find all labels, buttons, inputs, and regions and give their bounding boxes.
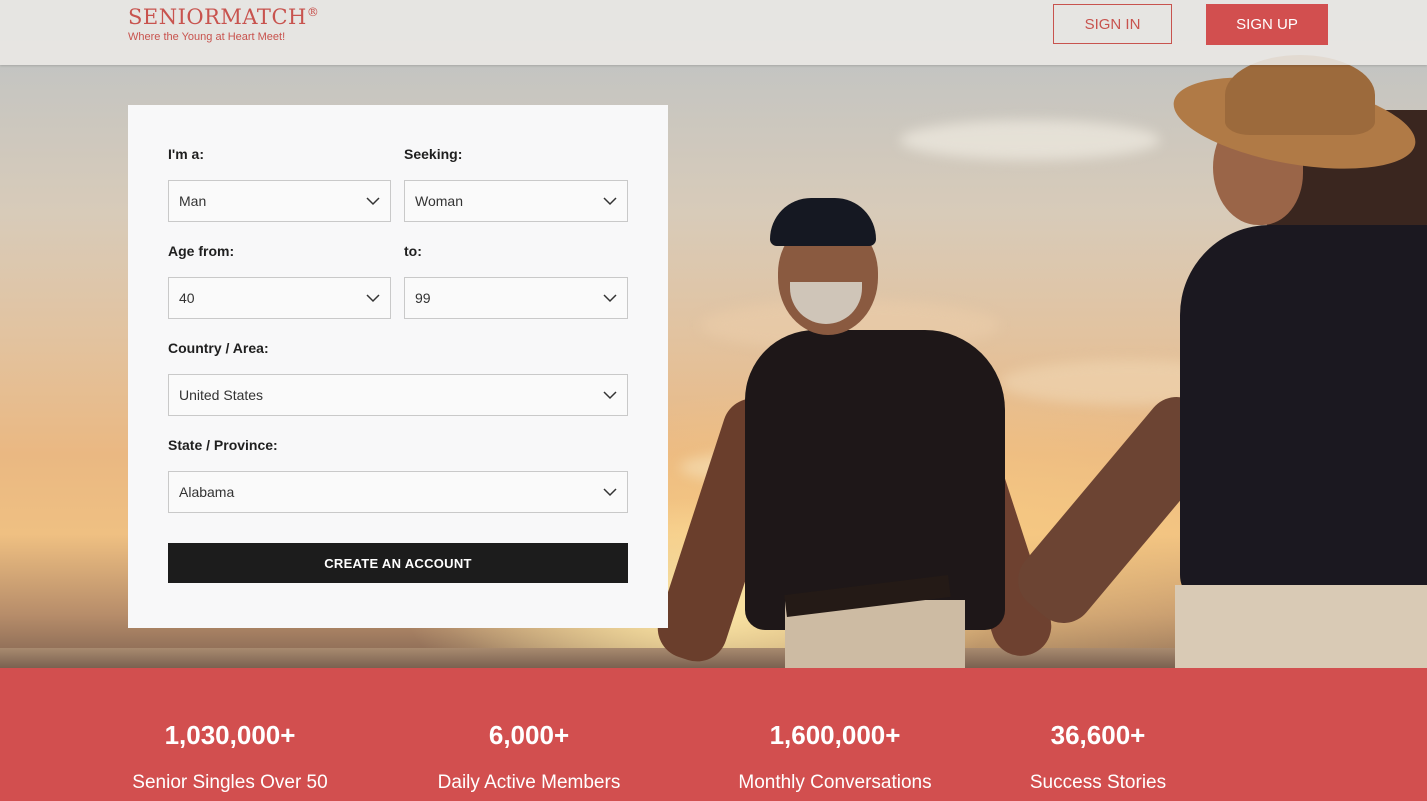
im-a-select[interactable]: Man bbox=[168, 180, 391, 222]
stat-number: 1,030,000+ bbox=[164, 720, 296, 750]
stat-caption: Monthly Conversations bbox=[738, 772, 932, 793]
stats-bar: 1,030,000+ Senior Singles Over 50 6,000+… bbox=[0, 668, 1427, 801]
country-select[interactable]: United States bbox=[168, 374, 628, 416]
stat-number: 36,600+ bbox=[1050, 720, 1146, 750]
stat-caption: Daily Active Members bbox=[437, 772, 621, 793]
country-label: Country / Area: bbox=[168, 340, 269, 356]
chevron-down-icon bbox=[356, 277, 390, 319]
chevron-down-icon bbox=[593, 471, 627, 513]
logo-text: SENIORMATCH bbox=[128, 5, 307, 29]
age-from-value: 40 bbox=[179, 290, 195, 306]
age-to-label: to: bbox=[404, 243, 422, 259]
create-account-button[interactable]: CREATE AN ACCOUNT bbox=[168, 543, 628, 583]
state-label: State / Province: bbox=[168, 437, 278, 453]
age-from-select[interactable]: 40 bbox=[168, 277, 391, 319]
stat-number: 1,600,000+ bbox=[769, 720, 901, 750]
im-a-label: I'm a: bbox=[168, 146, 205, 162]
chevron-down-icon bbox=[593, 374, 627, 416]
sign-up-button[interactable]: SIGN UP bbox=[1206, 4, 1328, 45]
registration-form: I'm a: Seeking: Man Woman Age from: to: … bbox=[128, 105, 668, 628]
age-to-value: 99 bbox=[415, 290, 431, 306]
age-to-select[interactable]: 99 bbox=[404, 277, 628, 319]
chevron-down-icon bbox=[593, 180, 627, 222]
state-select[interactable]: Alabama bbox=[168, 471, 628, 513]
site-header: SENIORMATCH® Where the Young at Heart Me… bbox=[0, 0, 1427, 65]
stat-caption: Senior Singles Over 50 bbox=[132, 772, 328, 793]
im-a-value: Man bbox=[179, 193, 207, 209]
state-value: Alabama bbox=[179, 484, 235, 500]
chevron-down-icon bbox=[356, 180, 390, 222]
seeking-select[interactable]: Woman bbox=[404, 180, 628, 222]
site-logo[interactable]: SENIORMATCH® bbox=[128, 5, 319, 29]
seeking-label: Seeking: bbox=[404, 146, 463, 162]
sign-in-button[interactable]: SIGN IN bbox=[1053, 4, 1172, 44]
chevron-down-icon bbox=[593, 277, 627, 319]
age-from-label: Age from: bbox=[168, 243, 235, 259]
registered-mark: ® bbox=[306, 5, 320, 19]
country-value: United States bbox=[179, 387, 264, 403]
seeking-value: Woman bbox=[415, 193, 463, 209]
site-tagline: Where the Young at Heart Meet! bbox=[128, 31, 286, 43]
stat-caption: Success Stories bbox=[1029, 772, 1167, 793]
stat-number: 6,000+ bbox=[488, 720, 570, 750]
